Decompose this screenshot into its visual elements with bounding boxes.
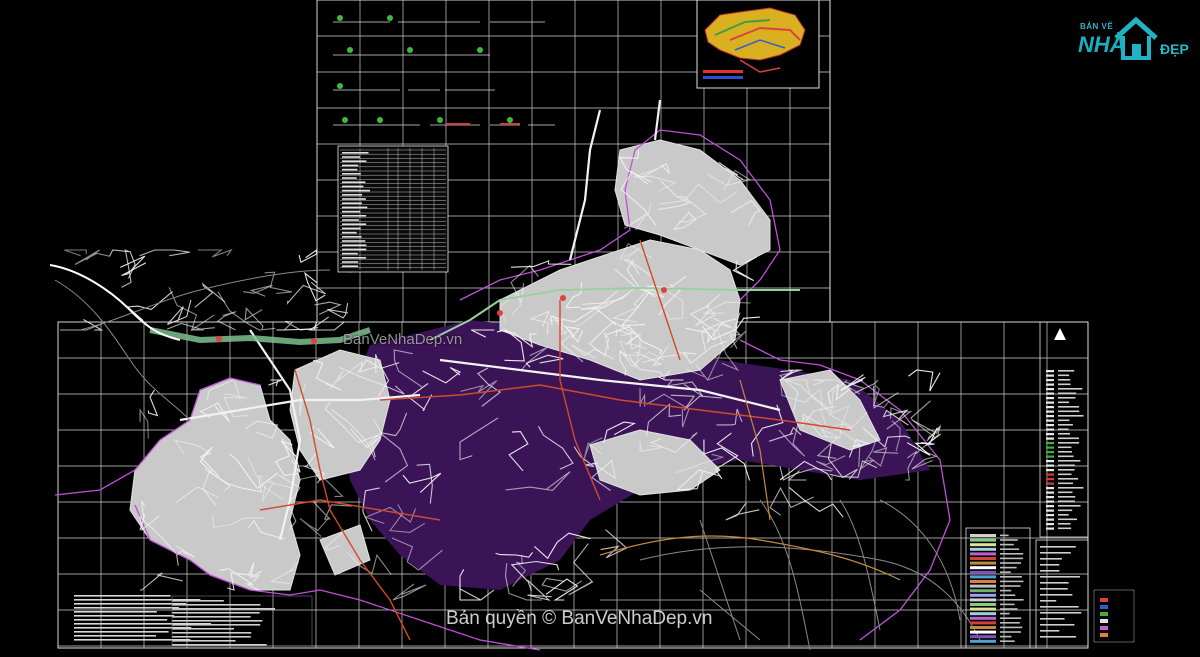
logo-line-2: NHÀ	[1078, 32, 1126, 57]
section-trees	[337, 15, 513, 123]
road-cross-sections	[333, 21, 555, 126]
brand-logo: BẢN VẼ NHÀ ĐẸP	[1068, 8, 1196, 66]
cad-drawing-canvas: BanVeNhaDep.vn Bản quyền © BanVeNhaDep.v…	[0, 0, 1200, 653]
logo-line-1: BẢN VẼ	[1080, 22, 1114, 31]
master-plan-map	[49, 0, 1135, 651]
logo-line-3: ĐẸP	[1160, 41, 1189, 57]
section-road-surfaces	[445, 123, 520, 125]
land-use-table	[337, 145, 449, 273]
legend-panel	[965, 321, 1135, 649]
inset-location-map	[696, 0, 820, 89]
watermark-center: BanVeNhaDep.vn	[343, 331, 463, 348]
notes-blocks	[74, 595, 313, 647]
watermark-copyright: Bản quyền © BanVeNhaDep.vn	[446, 608, 713, 629]
